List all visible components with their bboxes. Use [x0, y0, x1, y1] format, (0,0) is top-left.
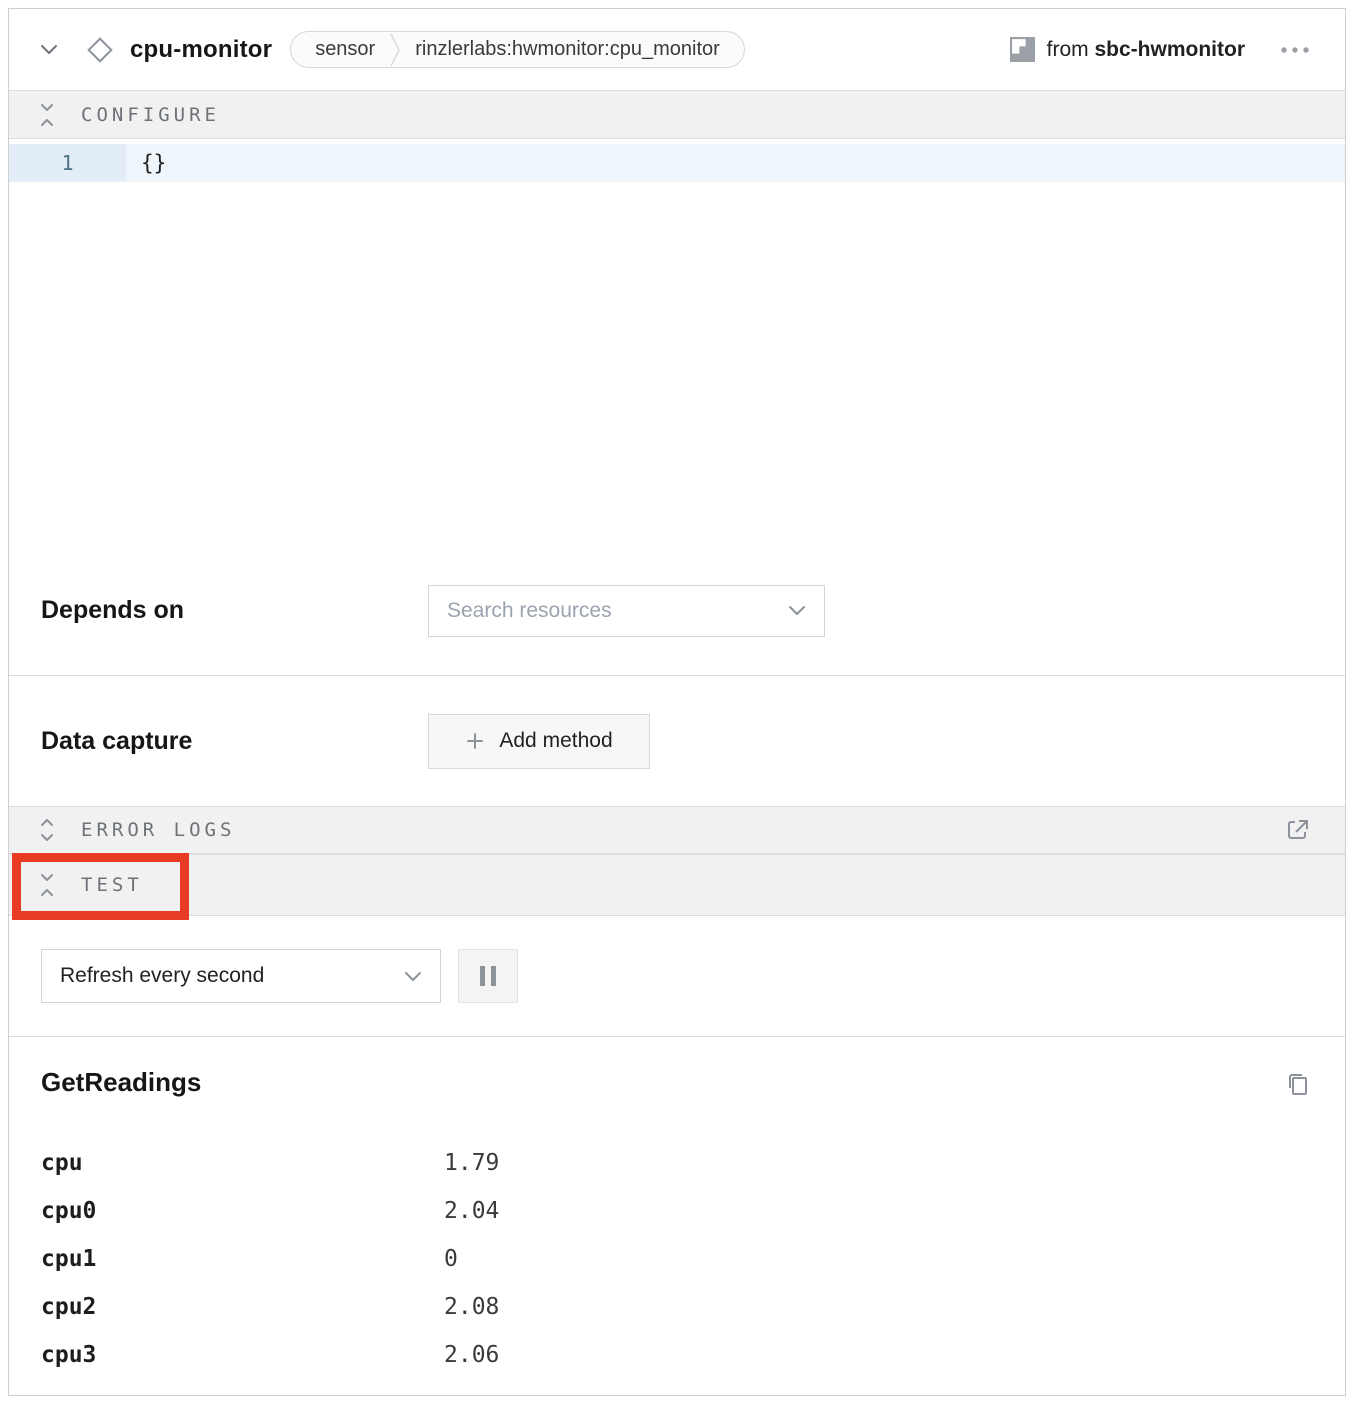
reading-value: 2.08 [444, 1294, 499, 1320]
component-model-label: rinzlerlabs:hwmonitor:cpu_monitor [415, 38, 720, 61]
depends-on-row: Depends on Search resources [9, 546, 1345, 675]
editor-active-line[interactable]: 1 {} [9, 144, 1345, 182]
plus-icon [465, 731, 485, 751]
table-row: cpu1 0 [41, 1235, 1315, 1283]
reading-key: cpu [41, 1150, 444, 1176]
test-controls: Refresh every second [9, 916, 1345, 1036]
editor-line-number: 1 [9, 144, 126, 182]
card-header: cpu-monitor sensor rinzlerlabs:hwmonitor… [9, 9, 1345, 91]
depends-on-label: Depends on [41, 596, 428, 625]
data-capture-row: Data capture Add method [9, 675, 1345, 806]
external-link-icon [1283, 815, 1313, 845]
component-config-card: cpu-monitor sensor rinzlerlabs:hwmonitor… [8, 8, 1346, 1396]
pause-refresh-button[interactable] [458, 949, 518, 1003]
table-row: cpu2 2.08 [41, 1283, 1315, 1331]
data-capture-label: Data capture [41, 727, 428, 756]
component-type-label: sensor [315, 38, 375, 61]
readings-table: cpu 1.79 cpu0 2.04 cpu1 0 cpu2 2.08 cpu3… [41, 1139, 1315, 1379]
configure-section-label: CONFIGURE [81, 104, 220, 126]
add-method-label: Add method [499, 729, 612, 753]
table-row: cpu3 2.06 [41, 1331, 1315, 1379]
collapse-vertical-icon[interactable] [39, 871, 55, 899]
readings-header: GetReadings [41, 1067, 1315, 1101]
chevron-down-icon [788, 605, 806, 616]
reading-key: cpu3 [41, 1342, 444, 1368]
component-title: cpu-monitor [130, 36, 272, 64]
machine-part-icon [1010, 37, 1035, 62]
component-type-pill: sensor rinzlerlabs:hwmonitor:cpu_monitor [290, 31, 745, 68]
expand-vertical-icon[interactable] [39, 816, 55, 844]
refresh-rate-value: Refresh every second [60, 964, 264, 988]
diamond-icon [83, 33, 117, 67]
reading-value: 2.06 [444, 1342, 499, 1368]
editor-code-text[interactable]: {} [126, 144, 1345, 182]
open-logs-external-button[interactable] [1281, 813, 1315, 847]
configure-section-header[interactable]: CONFIGURE [9, 91, 1345, 139]
chevron-down-icon [404, 971, 422, 982]
from-machine-name: sbc-hwmonitor [1095, 38, 1246, 61]
from-prefix: from [1047, 38, 1089, 61]
collapse-vertical-icon[interactable] [39, 101, 55, 129]
error-logs-section-label: ERROR LOGS [81, 819, 235, 841]
get-readings-panel: GetReadings cpu 1.79 cpu0 2.04 cpu1 0 [9, 1036, 1345, 1395]
method-name: GetReadings [41, 1067, 201, 1098]
test-section-label: TEST [81, 874, 143, 896]
reading-key: cpu1 [41, 1246, 444, 1272]
config-code-editor[interactable]: 1 {} [9, 139, 1345, 546]
depends-on-placeholder: Search resources [447, 599, 612, 623]
refresh-rate-select[interactable]: Refresh every second [41, 949, 441, 1003]
pill-chevron-divider-icon [389, 32, 401, 68]
copy-readings-button[interactable] [1281, 1067, 1315, 1101]
test-section-header[interactable]: TEST [9, 854, 1345, 916]
error-logs-section-header[interactable]: ERROR LOGS [9, 806, 1345, 854]
from-machine-label: from sbc-hwmonitor [1047, 38, 1245, 62]
reading-value: 1.79 [444, 1150, 499, 1176]
reading-value: 2.04 [444, 1198, 499, 1224]
table-row: cpu 1.79 [41, 1139, 1315, 1187]
reading-value: 0 [444, 1246, 458, 1272]
copy-icon [1283, 1069, 1313, 1099]
depends-on-select[interactable]: Search resources [428, 585, 825, 637]
reading-key: cpu2 [41, 1294, 444, 1320]
add-method-button[interactable]: Add method [428, 714, 650, 769]
table-row: cpu0 2.04 [41, 1187, 1315, 1235]
chevron-down-icon[interactable] [39, 43, 59, 56]
pause-icon [478, 964, 498, 988]
reading-key: cpu0 [41, 1198, 444, 1224]
header-right-group: from sbc-hwmonitor [1010, 37, 1315, 62]
ellipsis-menu-button[interactable] [1275, 42, 1315, 58]
